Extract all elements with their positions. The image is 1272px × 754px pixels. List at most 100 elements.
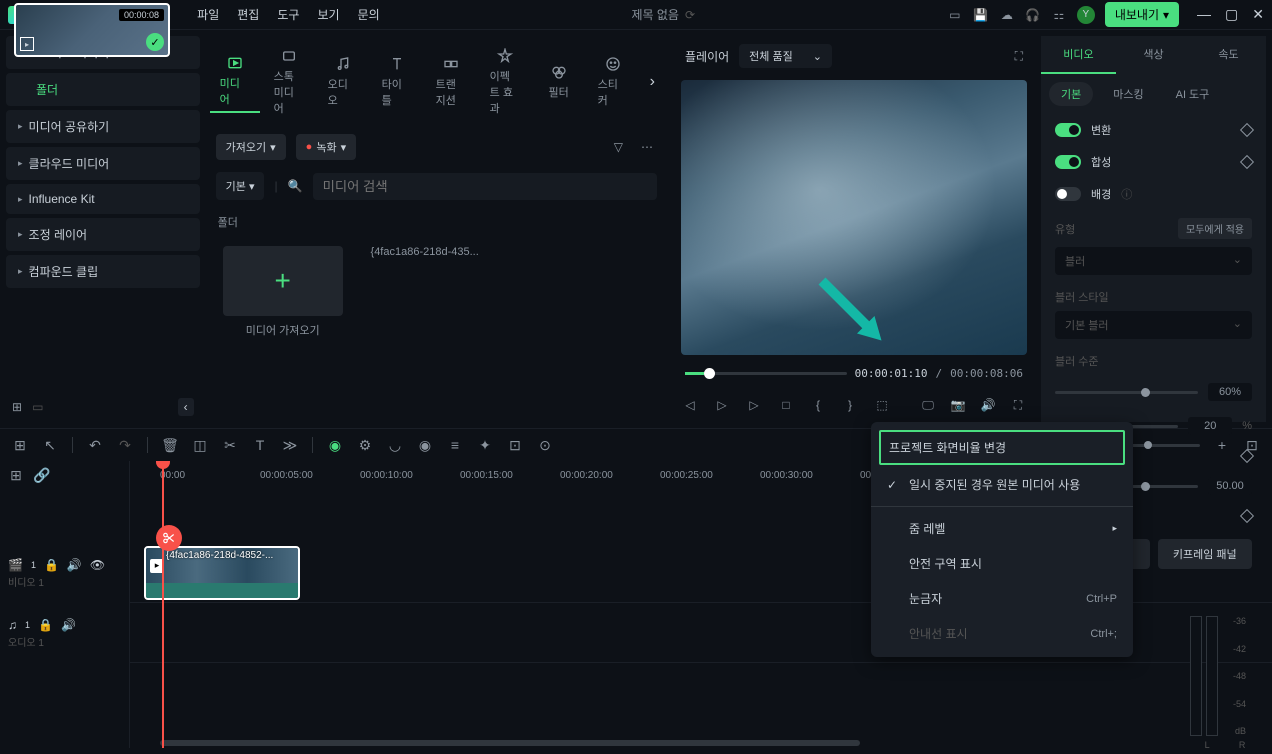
- fullscreen-button[interactable]: ⛶: [1009, 396, 1027, 414]
- export-button[interactable]: 내보내기▾: [1105, 2, 1179, 27]
- zoom-knob[interactable]: [1144, 441, 1152, 449]
- blur-slider[interactable]: [1055, 391, 1198, 394]
- cloud-sync-icon[interactable]: ⟳: [685, 8, 695, 22]
- display-settings-button[interactable]: 🖵: [919, 396, 937, 414]
- zoom-fit-icon[interactable]: ⊡: [507, 437, 523, 453]
- import-media-tile[interactable]: + 미디어 가져오기: [218, 246, 348, 338]
- text-tool[interactable]: T: [252, 437, 268, 453]
- folder-icon[interactable]: ▭: [32, 400, 43, 414]
- tab-sticker[interactable]: 스티커: [588, 52, 638, 112]
- lock-icon[interactable]: 🔒: [44, 558, 59, 572]
- link-icon[interactable]: 🔗: [34, 467, 50, 483]
- keyframe-diamond-icon[interactable]: [1240, 123, 1254, 137]
- sidebar-influence-kit[interactable]: ▸Influence Kit: [6, 184, 200, 214]
- import-button[interactable]: 가져오기 ▾: [216, 134, 286, 160]
- menu-file[interactable]: 파일: [197, 6, 219, 23]
- subtab-basic[interactable]: 기본: [1049, 82, 1093, 106]
- subtab-ai-tools[interactable]: AI 도구: [1164, 82, 1222, 106]
- mixer-icon[interactable]: ≡: [447, 437, 463, 453]
- tab-video[interactable]: 비디오: [1041, 36, 1116, 74]
- new-folder-icon[interactable]: ⊞: [12, 400, 22, 414]
- ai-icon[interactable]: ◉: [327, 437, 343, 453]
- sidebar-compound-clip[interactable]: ▸컴파운드 클립: [6, 255, 200, 288]
- close-button[interactable]: ✕: [1252, 6, 1264, 23]
- slider-knob[interactable]: [1141, 388, 1150, 397]
- prev-frame-button[interactable]: ◁: [681, 396, 699, 414]
- headphone-icon[interactable]: 🎧: [1025, 7, 1041, 23]
- playhead[interactable]: [162, 461, 164, 748]
- more-options-icon[interactable]: ⋯: [637, 136, 657, 158]
- apply-all-button[interactable]: 모두에게 적용: [1178, 218, 1252, 239]
- play-pause-button[interactable]: ▷: [713, 396, 731, 414]
- zoom-in-icon[interactable]: +: [1214, 437, 1230, 453]
- mute-icon[interactable]: 🔊: [67, 558, 82, 572]
- tab-stock[interactable]: 스톡 미디어: [264, 44, 314, 120]
- timeline-clip[interactable]: ▸ {4fac1a86-218d-4852-...: [144, 546, 300, 600]
- menu-edit[interactable]: 편집: [237, 6, 259, 23]
- cloud-icon[interactable]: ☁: [999, 7, 1015, 23]
- tab-media[interactable]: 미디어: [210, 51, 260, 113]
- media-clip-tile[interactable]: 00:00:08 ▸ ✓ {4fac1a86-218d-435...: [360, 246, 490, 338]
- crop-button[interactable]: ⬚: [873, 396, 891, 414]
- ctx-safe-zone[interactable]: 안전 구역 표시: [871, 546, 1133, 581]
- quality-dropdown[interactable]: 전체 품질⌄: [739, 44, 832, 68]
- settings-icon[interactable]: ⚙: [357, 437, 373, 453]
- menu-tools[interactable]: 도구: [277, 6, 299, 23]
- add-track-icon[interactable]: ⊞: [8, 467, 24, 483]
- preview-viewport[interactable]: [681, 80, 1027, 355]
- timeline-scrollbar[interactable]: [130, 738, 1192, 748]
- menu-view[interactable]: 보기: [317, 6, 339, 23]
- progress-slider[interactable]: [685, 372, 847, 375]
- render-icon[interactable]: ⊙: [537, 437, 553, 453]
- tab-audio[interactable]: 오디오: [318, 52, 368, 112]
- apps-icon[interactable]: ⚏: [1051, 7, 1067, 23]
- camera-button[interactable]: 📷: [949, 396, 967, 414]
- collapse-sidebar-button[interactable]: ‹: [178, 398, 194, 416]
- layout-icon[interactable]: ⊞: [12, 437, 28, 453]
- subtab-masking[interactable]: 마스킹: [1101, 82, 1155, 106]
- filter-media-icon[interactable]: ▽: [610, 136, 627, 158]
- toggle-transform[interactable]: [1055, 123, 1081, 137]
- display-icon[interactable]: ▭: [947, 7, 963, 23]
- delete-button[interactable]: 🗑: [162, 437, 178, 453]
- sidebar-folder[interactable]: 폴더: [6, 73, 200, 106]
- sidebar-cloud-media[interactable]: ▸클라우드 미디어: [6, 147, 200, 180]
- keyframe-diamond-icon[interactable]: [1240, 155, 1254, 169]
- volume-button[interactable]: 🔊: [979, 396, 997, 414]
- minimize-button[interactable]: —: [1197, 6, 1211, 23]
- toggle-background[interactable]: [1055, 187, 1081, 201]
- visible-icon[interactable]: 👁: [90, 558, 105, 572]
- tabs-more-button[interactable]: ›: [642, 73, 663, 91]
- mark-out-button[interactable]: }: [841, 396, 859, 414]
- sidebar-share-media[interactable]: ▸미디어 공유하기: [6, 110, 200, 143]
- tab-color[interactable]: 색상: [1116, 36, 1191, 74]
- ctx-zoom-level[interactable]: 줌 레벨▸: [871, 511, 1133, 546]
- search-input[interactable]: [313, 173, 657, 200]
- tab-effects[interactable]: 이펙트 효과: [480, 44, 530, 120]
- mark-in-button[interactable]: {: [809, 396, 827, 414]
- split-tool[interactable]: ✂: [222, 437, 238, 453]
- redo-button[interactable]: ↷: [117, 437, 133, 453]
- crop-tool[interactable]: ◫: [192, 437, 208, 453]
- cut-marker[interactable]: [156, 525, 182, 551]
- blur-type-select[interactable]: 블러⌄: [1055, 247, 1252, 275]
- more-tools[interactable]: ≫: [282, 437, 298, 453]
- record-timeline-icon[interactable]: ◉: [417, 437, 433, 453]
- lock-icon[interactable]: 🔒: [38, 618, 53, 632]
- marker-icon[interactable]: ◡: [387, 437, 403, 453]
- effects-icon[interactable]: ✦: [477, 437, 493, 453]
- next-frame-button[interactable]: ▷: [745, 396, 763, 414]
- help-icon[interactable]: ⓘ: [1121, 186, 1132, 202]
- tab-title[interactable]: 타이틀: [372, 52, 422, 112]
- toggle-composite[interactable]: [1055, 155, 1081, 169]
- save-icon[interactable]: 💾: [973, 7, 989, 23]
- pointer-icon[interactable]: ↖: [42, 437, 58, 453]
- blur-style-select[interactable]: 기본 블러⌄: [1055, 311, 1252, 339]
- tab-speed[interactable]: 속도: [1191, 36, 1266, 74]
- stop-button[interactable]: □: [777, 396, 795, 414]
- maximize-button[interactable]: ▢: [1225, 6, 1238, 23]
- record-button[interactable]: ● 녹화 ▾: [296, 134, 356, 160]
- tab-filter[interactable]: 필터: [534, 60, 584, 104]
- ctx-change-aspect-ratio[interactable]: 프로젝트 화면비율 변경: [879, 430, 1125, 465]
- tab-transition[interactable]: 트랜지션: [426, 52, 476, 112]
